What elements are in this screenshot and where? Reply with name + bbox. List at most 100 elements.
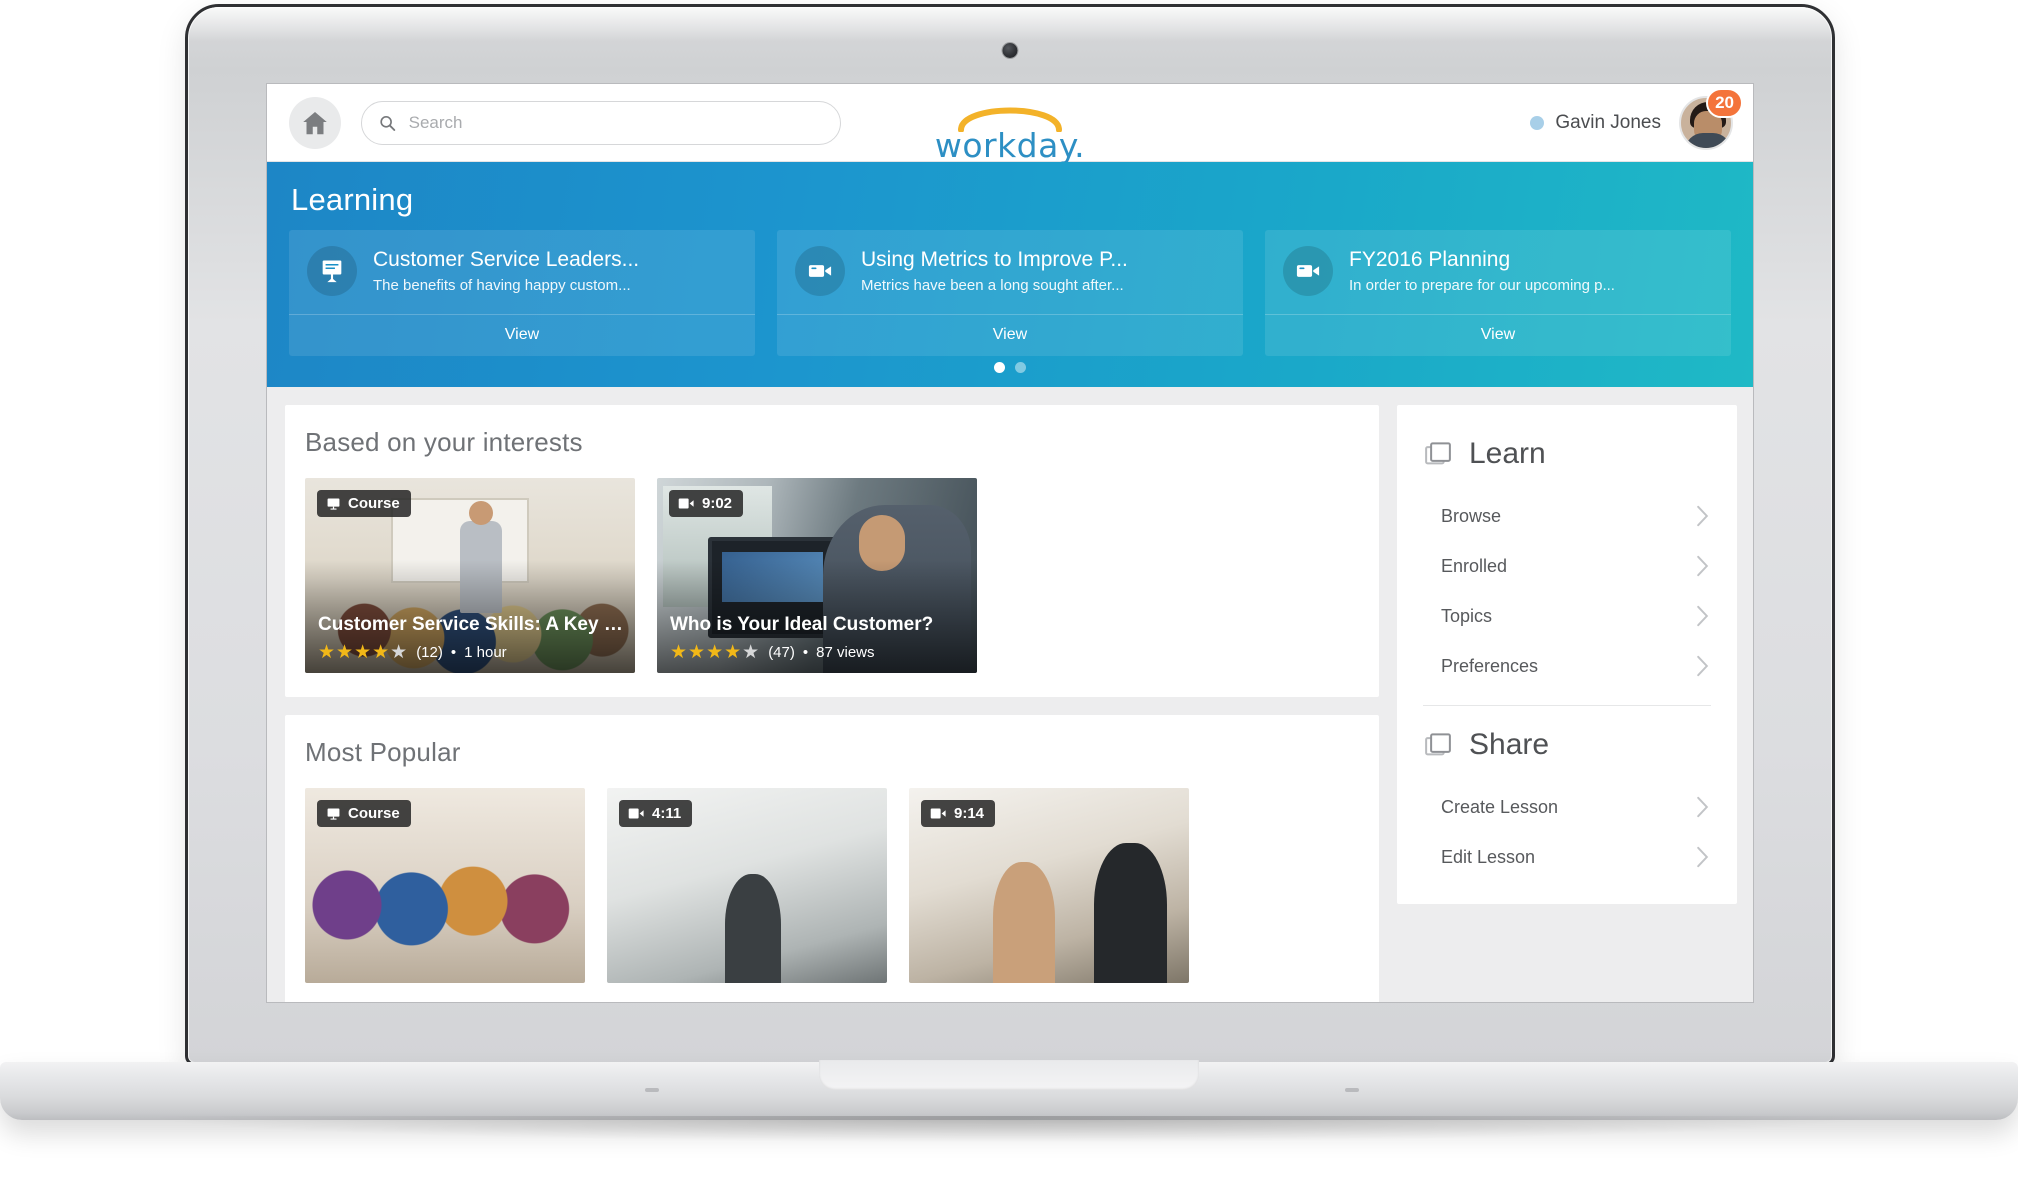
section-title: Based on your interests: [305, 427, 583, 457]
video-icon: [628, 808, 644, 819]
sidebar-item-browse[interactable]: Browse: [1419, 491, 1715, 541]
tile-meta: Who is Your Ideal Customer? ★★★★★ (47) •…: [670, 614, 967, 662]
sidebar-item-label: Browse: [1441, 505, 1502, 526]
page-title: Learning: [291, 182, 414, 217]
sidebar-item-label: Enrolled: [1441, 555, 1508, 576]
search-field[interactable]: [361, 100, 841, 145]
course-badge-label: Course: [348, 495, 400, 512]
hero-card-subtitle: In order to prepare for our upcoming p..…: [1349, 277, 1615, 294]
video-duration-badge: 4:11: [619, 800, 693, 827]
home-icon: [303, 111, 327, 134]
tile-duration: 1 hour: [464, 644, 507, 661]
hero-card-title: FY2016 Planning: [1349, 248, 1511, 271]
sidebar-card: Learn Browse Enrolled Topics Preferences…: [1397, 405, 1737, 904]
hero-card-title: Customer Service Leaders...: [373, 248, 640, 271]
search-input[interactable]: [408, 112, 824, 133]
rating-count: (47): [768, 644, 795, 661]
notification-badge[interactable]: 20: [1706, 87, 1743, 118]
chevron-right-icon: [1697, 505, 1709, 527]
tile-title: Who is Your Ideal Customer?: [670, 614, 934, 635]
most-popular-panel: Most Popular Course 4:11 9:14: [285, 715, 1379, 1002]
top-navigation-bar: workday. Gavin Jones 20: [267, 84, 1753, 165]
chevron-right-icon: [1697, 605, 1709, 627]
video-icon: [678, 498, 694, 509]
hero-card-view-button[interactable]: View: [777, 314, 1243, 356]
chevron-right-icon: [1697, 796, 1709, 818]
user-name-label: Gavin Jones: [1555, 111, 1661, 133]
video-camera-icon: [795, 246, 845, 296]
sidebar-item-enrolled[interactable]: Enrolled: [1419, 541, 1715, 591]
based-on-interests-panel: Based on your interests Course Customer …: [285, 405, 1379, 697]
course-badge-label: Course: [348, 805, 400, 822]
video-tile[interactable]: 9:14: [909, 788, 1189, 983]
course-tile[interactable]: Course: [305, 788, 585, 983]
monitor-icon: [327, 808, 340, 820]
browser-screen: workday. Gavin Jones 20 Learning: [266, 83, 1754, 1003]
tile-subinfo: ★★★★★ (12) • 1 hour: [318, 643, 625, 662]
video-duration-label: 9:02: [702, 495, 733, 512]
tile-title: Customer Service Skills: A Key to Succes…: [318, 614, 625, 635]
presence-status-dot: [1530, 115, 1545, 130]
sidebar-item-preferences[interactable]: Preferences: [1419, 641, 1715, 691]
meta-separator: •: [802, 644, 809, 661]
video-tile[interactable]: 9:02 Who is Your Ideal Customer? ★★★★★ (…: [657, 478, 977, 673]
sidebar-item-label: Create Lesson: [1441, 796, 1559, 817]
course-tile[interactable]: Course Customer Service Skills: A Key to…: [305, 478, 635, 673]
sidebar-section-title: Share: [1469, 728, 1550, 761]
hero-card-text: Customer Service Leaders... The benefits…: [373, 248, 639, 294]
carousel-dot-2[interactable]: [1015, 362, 1026, 373]
hero-card-text: Using Metrics to Improve P... Metrics ha…: [861, 248, 1128, 294]
laptop-vent-right: [1345, 1088, 1359, 1092]
hero-card-body: Customer Service Leaders... The benefits…: [289, 230, 755, 314]
rating-count: (12): [416, 644, 443, 661]
carousel-dot-1[interactable]: [994, 362, 1005, 373]
carousel-dots: [994, 362, 1026, 373]
hero-card[interactable]: Customer Service Leaders... The benefits…: [289, 230, 755, 356]
person-graphic: [1093, 842, 1167, 983]
content-area: Based on your interests Course Customer …: [267, 387, 1753, 1002]
video-duration-badge: 9:14: [921, 800, 996, 827]
sidebar-list-share: Create Lesson Edit Lesson: [1419, 782, 1715, 882]
home-button[interactable]: [289, 96, 341, 149]
course-badge: Course: [317, 800, 411, 827]
tile-meta: Customer Service Skills: A Key to Succes…: [318, 614, 625, 662]
hero-card-carousel: Customer Service Leaders... The benefits…: [289, 230, 1731, 356]
section-title: Most Popular: [305, 737, 461, 767]
hero-card-body: FY2016 Planning In order to prepare for …: [1265, 230, 1731, 314]
sidebar-section-title: Learn: [1469, 437, 1546, 470]
sidebar-column: Learn Browse Enrolled Topics Preferences…: [1397, 405, 1737, 1002]
video-duration-label: 9:14: [954, 805, 985, 822]
sidebar-section-header-learn: Learn: [1423, 437, 1715, 471]
sidebar-item-create-lesson[interactable]: Create Lesson: [1419, 782, 1715, 832]
avatar-button[interactable]: 20: [1679, 87, 1743, 150]
tile-views: 87 views: [816, 644, 875, 661]
hero-card-view-button[interactable]: View: [1265, 314, 1731, 356]
hero-card-title: Using Metrics to Improve P...: [861, 248, 1128, 271]
user-area: Gavin Jones 20: [1530, 87, 1753, 150]
sidebar-item-topics[interactable]: Topics: [1419, 591, 1715, 641]
rating-stars: ★★★★★: [670, 642, 761, 663]
meta-separator: •: [450, 644, 457, 661]
sidebar-item-label: Preferences: [1441, 655, 1539, 676]
stacked-cards-icon: [1425, 733, 1451, 756]
sidebar-item-edit-lesson[interactable]: Edit Lesson: [1419, 832, 1715, 882]
laptop-drop-shadow: [160, 1116, 1860, 1142]
tile-subinfo: ★★★★★ (47) • 87 views: [670, 643, 967, 662]
hero-card[interactable]: FY2016 Planning In order to prepare for …: [1265, 230, 1731, 356]
learning-hero-banner: Learning Customer Service Leaders... The…: [267, 162, 1753, 387]
tile-row: Course 4:11 9:14: [305, 788, 1359, 983]
laptop-base-notch: [819, 1060, 1199, 1090]
hero-card-subtitle: The benefits of having happy custom...: [373, 277, 631, 294]
hero-card-subtitle: Metrics have been a long sought after...: [861, 277, 1124, 294]
chevron-right-icon: [1697, 655, 1709, 677]
video-tile[interactable]: 4:11: [607, 788, 887, 983]
main-column: Based on your interests Course Customer …: [285, 405, 1379, 1002]
laptop-vent-left: [645, 1088, 659, 1092]
stacked-cards-icon: [1425, 442, 1451, 465]
hero-card[interactable]: Using Metrics to Improve P... Metrics ha…: [777, 230, 1243, 356]
video-camera-icon: [1283, 246, 1333, 296]
hero-card-view-button[interactable]: View: [289, 314, 755, 356]
person-silhouette-graphic: [724, 873, 781, 983]
monitor-icon: [327, 498, 340, 510]
video-duration-label: 4:11: [652, 805, 682, 822]
